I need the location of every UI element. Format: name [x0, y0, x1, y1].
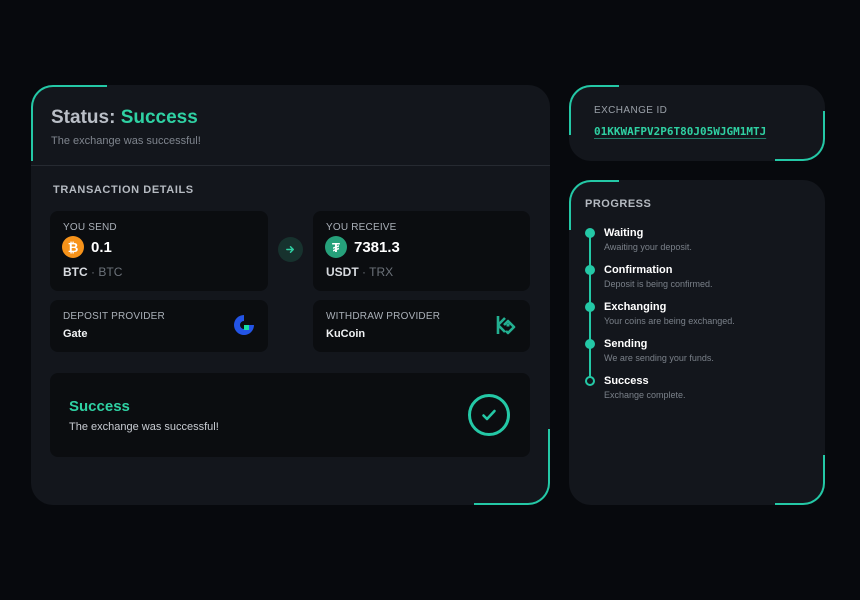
- exchange-id-value[interactable]: 01KKWAFPV2P6T80J05WJGM1MTJ: [594, 125, 766, 138]
- send-network: BTC: [98, 265, 123, 279]
- transaction-card: Status: Success The exchange was success…: [31, 85, 550, 505]
- send-amount: 0.1: [91, 238, 112, 256]
- step-done-icon: [585, 228, 595, 238]
- receive-label: YOU RECEIVE: [326, 222, 397, 233]
- send-label: YOU SEND: [63, 222, 117, 233]
- section-label: TRANSACTION DETAILS: [53, 184, 194, 196]
- step-title: Waiting: [604, 227, 644, 239]
- send-symbol: BTC: [63, 265, 88, 279]
- kucoin-logo-icon: [496, 316, 516, 335]
- step-description: Awaiting your deposit.: [604, 242, 692, 252]
- step-title: Exchanging: [604, 301, 667, 313]
- separator: ·: [362, 265, 367, 279]
- exchange-id-card: EXCHANGE ID 01KKWAFPV2P6T80J05WJGM1MTJ: [569, 85, 825, 161]
- progress-label: PROGRESS: [585, 198, 652, 210]
- success-banner: Success The exchange was successful!: [50, 373, 530, 457]
- separator: ·: [91, 265, 96, 279]
- step-description: Your coins are being exchanged.: [604, 316, 735, 326]
- success-message: The exchange was successful!: [69, 421, 219, 433]
- send-box: YOU SEND ₿ 0.1 BTC · BTC: [50, 211, 268, 291]
- exchange-id-label: EXCHANGE ID: [594, 105, 668, 116]
- receive-box: YOU RECEIVE ₮ 7381.3 USDT · TRX: [313, 211, 530, 291]
- receive-network: TRX: [369, 265, 394, 279]
- step-done-icon: [585, 339, 595, 349]
- step-description: Deposit is being confirmed.: [604, 279, 713, 289]
- success-title: Success: [69, 398, 130, 415]
- tether-icon: ₮: [325, 236, 347, 258]
- status-subtitle: The exchange was successful!: [51, 135, 201, 147]
- progress-card: PROGRESS Waiting Awaiting your deposit. …: [569, 180, 825, 505]
- bitcoin-icon: ₿: [62, 236, 84, 258]
- divider: [31, 165, 550, 166]
- step-done-icon: [585, 265, 595, 275]
- deposit-provider-label: DEPOSIT PROVIDER: [63, 311, 165, 322]
- step-current-icon: [585, 376, 595, 386]
- gate-logo-icon: [234, 315, 254, 335]
- step-title: Confirmation: [604, 264, 673, 276]
- step-description: We are sending your funds.: [604, 353, 714, 363]
- withdraw-provider-label: WITHDRAW PROVIDER: [326, 311, 441, 322]
- arrow-right-icon: [278, 237, 303, 262]
- step-description: Exchange complete.: [604, 390, 686, 400]
- page-title: Status: Success: [51, 107, 198, 129]
- card-corner-accent: [775, 455, 825, 505]
- step-done-icon: [585, 302, 595, 312]
- withdraw-provider-box: WITHDRAW PROVIDER KuCoin: [313, 300, 530, 352]
- receive-amount: 7381.3: [354, 238, 400, 256]
- status-prefix: Status:: [51, 107, 116, 128]
- receive-symbol: USDT: [326, 265, 359, 279]
- deposit-provider-box: DEPOSIT PROVIDER Gate: [50, 300, 268, 352]
- withdraw-provider-name: KuCoin: [326, 328, 366, 340]
- check-circle-icon: [468, 394, 510, 436]
- deposit-provider-name: Gate: [63, 328, 88, 340]
- status-value: Success: [120, 107, 198, 128]
- step-title: Success: [604, 375, 649, 387]
- card-corner-accent: [775, 111, 825, 161]
- step-title: Sending: [604, 338, 648, 350]
